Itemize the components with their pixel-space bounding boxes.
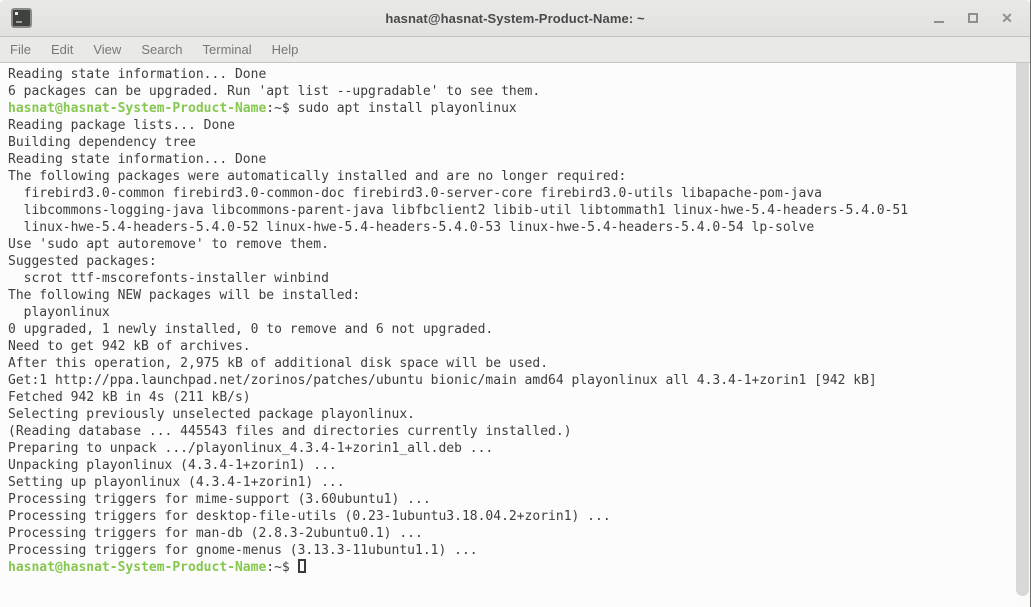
window-title: hasnat@hasnat-System-Product-Name: ~ bbox=[385, 10, 645, 26]
minimize-button[interactable] bbox=[922, 3, 956, 33]
terminal-line: Suggested packages: bbox=[8, 254, 157, 269]
terminal-cursor bbox=[297, 559, 306, 573]
close-icon: ✕ bbox=[1001, 10, 1013, 26]
terminal-line: (Reading database ... 445543 files and d… bbox=[8, 424, 572, 439]
window-controls: ✕ bbox=[922, 0, 1024, 36]
terminal-line: Get:1 http://ppa.launchpad.net/zorinos/p… bbox=[8, 373, 877, 388]
terminal-line: playonlinux bbox=[8, 305, 110, 320]
command-text: sudo apt install playonlinux bbox=[297, 101, 517, 116]
terminal-prompt-line: hasnat@hasnat-System-Product-Name:~$ bbox=[8, 559, 1010, 576]
terminal-line: Unpacking playonlinux (4.3.4-1+zorin1) .… bbox=[8, 458, 337, 473]
prompt-suffix: :~$ bbox=[266, 101, 298, 116]
scrollbar-track[interactable] bbox=[1015, 63, 1029, 607]
terminal-line: Reading state information... Done bbox=[8, 152, 267, 167]
menu-search[interactable]: Search bbox=[131, 38, 192, 62]
terminal-line: Use 'sudo apt autoremove' to remove them… bbox=[8, 237, 329, 252]
terminal-window: hasnat@hasnat-System-Product-Name: ~ ✕ F… bbox=[0, 0, 1031, 607]
terminal-line: linux-hwe-5.4-headers-5.4.0-52 linux-hwe… bbox=[8, 220, 815, 235]
terminal-line: scrot ttf-mscorefonts-installer winbind bbox=[8, 271, 329, 286]
terminal-line: libcommons-logging-java libcommons-paren… bbox=[8, 203, 909, 218]
terminal-line: Need to get 942 kB of archives. bbox=[8, 339, 251, 354]
terminal-line: 0 upgraded, 1 newly installed, 0 to remo… bbox=[8, 322, 494, 337]
terminal-line: Processing triggers for mime-support (3.… bbox=[8, 492, 431, 507]
terminal-line: Processing triggers for man-db (2.8.3-2u… bbox=[8, 526, 423, 541]
terminal-line: firebird3.0-common firebird3.0-common-do… bbox=[8, 186, 822, 201]
terminal-line: Building dependency tree bbox=[8, 135, 196, 150]
terminal-prompt-line: hasnat@hasnat-System-Product-Name:~$ sud… bbox=[8, 100, 1010, 117]
terminal-line: Reading package lists... Done bbox=[8, 118, 235, 133]
close-button[interactable]: ✕ bbox=[990, 3, 1024, 33]
maximize-icon bbox=[968, 13, 978, 23]
prompt-user-host: hasnat@hasnat-System-Product-Name bbox=[8, 560, 267, 575]
terminal-line: Reading state information... Done bbox=[8, 67, 267, 82]
terminal-line: Selecting previously unselected package … bbox=[8, 407, 415, 422]
terminal-app-icon[interactable] bbox=[11, 8, 32, 28]
menu-terminal[interactable]: Terminal bbox=[193, 38, 262, 62]
prompt-suffix: :~$ bbox=[266, 560, 298, 575]
maximize-button[interactable] bbox=[956, 3, 990, 33]
terminal-line: The following NEW packages will be insta… bbox=[8, 288, 361, 303]
terminal-line: The following packages were automaticall… bbox=[8, 169, 627, 184]
menubar: File Edit View Search Terminal Help bbox=[0, 37, 1030, 63]
terminal-line: 6 packages can be upgraded. Run 'apt lis… bbox=[8, 84, 541, 99]
titlebar[interactable]: hasnat@hasnat-System-Product-Name: ~ ✕ bbox=[0, 0, 1030, 37]
scrollbar-thumb[interactable] bbox=[1016, 63, 1029, 597]
menu-help[interactable]: Help bbox=[262, 38, 309, 62]
terminal-line: After this operation, 2,975 kB of additi… bbox=[8, 356, 549, 371]
prompt-user-host: hasnat@hasnat-System-Product-Name bbox=[8, 101, 267, 116]
menu-edit[interactable]: Edit bbox=[41, 38, 83, 62]
menu-file[interactable]: File bbox=[0, 38, 41, 62]
minimize-icon bbox=[934, 21, 944, 23]
menu-view[interactable]: View bbox=[83, 38, 131, 62]
terminal-line: Processing triggers for desktop-file-uti… bbox=[8, 509, 611, 524]
terminal-line: Setting up playonlinux (4.3.4-1+zorin1) … bbox=[8, 475, 345, 490]
terminal-line: Preparing to unpack .../playonlinux_4.3.… bbox=[8, 441, 494, 456]
terminal-line: Fetched 942 kB in 4s (211 kB/s) bbox=[8, 390, 251, 405]
terminal-line: Processing triggers for gnome-menus (3.1… bbox=[8, 543, 478, 558]
terminal-screen[interactable]: Reading state information... Done 6 pack… bbox=[0, 63, 1030, 607]
